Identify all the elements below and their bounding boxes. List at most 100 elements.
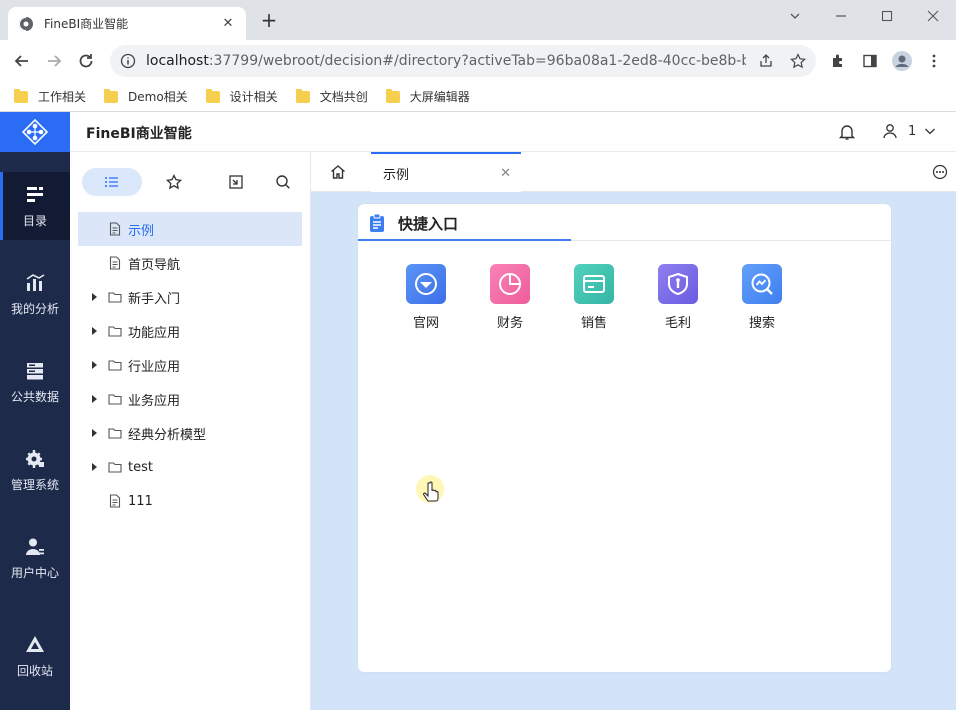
app-logo[interactable] xyxy=(0,112,70,152)
tab-directory-list[interactable] xyxy=(82,168,142,196)
bookmark-folder[interactable]: Demo相关 xyxy=(104,88,188,105)
new-tab-button[interactable]: + xyxy=(258,10,280,32)
tree-item-label: 业务应用 xyxy=(128,393,181,409)
maximize-icon xyxy=(881,10,893,22)
tree-folder-business[interactable]: 业务应用 xyxy=(78,382,302,416)
expand-arrow-icon[interactable] xyxy=(92,395,97,403)
bookmark-folder[interactable]: 文档共创 xyxy=(295,88,368,105)
star-icon xyxy=(166,174,182,190)
profile-icon[interactable] xyxy=(891,50,913,72)
close-tab-icon[interactable]: ✕ xyxy=(220,16,236,32)
tree-folder-test[interactable]: test xyxy=(78,450,302,484)
browser-tab[interactable]: FineBI商业智能 ✕ xyxy=(8,7,246,40)
tree-folder-classic-models[interactable]: 经典分析模型 xyxy=(78,416,302,450)
nav-public-data[interactable]: 公共数据 xyxy=(0,348,70,416)
more-horizontal-icon[interactable] xyxy=(932,164,948,180)
minimize-icon xyxy=(836,15,846,17)
maximize-button[interactable] xyxy=(864,0,910,32)
expand-arrow-icon[interactable] xyxy=(92,429,97,437)
bell-icon[interactable] xyxy=(838,123,856,141)
chevron-down-icon xyxy=(925,128,936,135)
nav-my-analysis[interactable]: 我的分析 xyxy=(0,260,70,328)
tab-search-button[interactable] xyxy=(772,0,818,32)
tab-favorites[interactable] xyxy=(144,168,204,196)
search-chart-icon xyxy=(751,273,773,295)
tree-item-label: 示例 xyxy=(128,223,155,239)
nav-label: 目录 xyxy=(22,213,47,228)
nav-user-center[interactable]: 用户中心 xyxy=(0,524,70,592)
folder-icon xyxy=(295,88,310,103)
nav-label: 用户中心 xyxy=(10,565,59,580)
back-icon[interactable] xyxy=(12,51,32,71)
home-icon[interactable] xyxy=(329,163,347,181)
bookmark-folder[interactable]: 大屏编辑器 xyxy=(385,88,470,105)
chevron-down-icon xyxy=(790,13,800,19)
forward-icon[interactable] xyxy=(44,51,64,71)
shortcut-finance[interactable]: 财务 xyxy=(468,264,552,331)
browser-toolbar: localhost:37799/webroot/decision#/direct… xyxy=(0,40,956,82)
expand-arrow-icon[interactable] xyxy=(92,463,97,471)
bookmark-label: 文档共创 xyxy=(319,90,368,104)
tree-item-label: 功能应用 xyxy=(128,325,181,341)
pie-chart-icon xyxy=(499,273,521,295)
minimize-button[interactable] xyxy=(818,0,864,32)
tab-search[interactable] xyxy=(268,168,298,196)
bookmark-folder[interactable]: 工作相关 xyxy=(14,88,86,105)
close-icon[interactable]: ✕ xyxy=(500,166,511,181)
logo-icon xyxy=(21,118,49,146)
tree-item-home-nav[interactable]: 首页导航 xyxy=(78,246,302,280)
tab-strip: FineBI商业智能 ✕ + xyxy=(0,0,956,40)
directory-panel: 示例 首页导航 新手入门 功能应用 行业应用 业务应用 经典分析模型 test … xyxy=(70,152,311,710)
expand-arrow-icon[interactable] xyxy=(92,293,97,301)
close-window-button[interactable] xyxy=(910,0,956,32)
url-host: localhost xyxy=(146,53,209,69)
tree-item-111[interactable]: 111 xyxy=(78,484,302,518)
info-icon[interactable] xyxy=(120,53,136,69)
more-vert-icon[interactable] xyxy=(926,53,942,69)
expand-arrow-icon[interactable] xyxy=(92,361,97,369)
bookmark-folder[interactable]: 设计相关 xyxy=(205,88,278,105)
close-icon xyxy=(927,10,939,22)
nav-management[interactable]: 管理系统 xyxy=(0,436,70,504)
tree-item-label: 经典分析模型 xyxy=(128,427,207,443)
folder-icon xyxy=(108,462,122,473)
star-icon[interactable] xyxy=(790,53,806,69)
tree-folder-industry[interactable]: 行业应用 xyxy=(78,348,302,382)
side-panel-icon[interactable] xyxy=(862,53,878,69)
folder-icon xyxy=(108,292,122,303)
reload-icon[interactable] xyxy=(76,51,96,71)
tree-item-example[interactable]: 示例 xyxy=(78,212,302,246)
shortcut-icon-box xyxy=(490,264,530,304)
shortcut-gross-profit[interactable]: 毛利 xyxy=(636,264,720,331)
folder-icon xyxy=(385,88,400,103)
database-icon xyxy=(27,362,43,379)
card-title-underline xyxy=(358,239,571,241)
share-icon[interactable] xyxy=(758,53,774,69)
checkbox-arrow-icon xyxy=(229,175,243,189)
globe-icon xyxy=(19,16,33,31)
tree-folder-getting-started[interactable]: 新手入门 xyxy=(78,280,302,314)
quick-entry-card: 快捷入口 官网 财务 销售 毛利 搜索 xyxy=(358,204,891,672)
hand-pointer-cursor xyxy=(416,475,444,503)
shortcut-search[interactable]: 搜索 xyxy=(720,264,804,331)
directory-tree: 示例 首页导航 新手入门 功能应用 行业应用 业务应用 经典分析模型 test … xyxy=(78,212,302,518)
gear-icon xyxy=(26,449,44,468)
shortcut-sales[interactable]: 销售 xyxy=(552,264,636,331)
content-area: 示例 ✕ 快捷入口 官网 财务 销售 毛利 搜索 xyxy=(311,152,956,710)
tab-recent[interactable] xyxy=(206,168,266,196)
nav-recycle-bin[interactable]: 回收站 xyxy=(0,622,70,690)
extensions-icon[interactable] xyxy=(830,53,846,69)
file-icon xyxy=(109,222,121,236)
bookmark-label: 大屏编辑器 xyxy=(409,90,470,104)
card-title: 快捷入口 xyxy=(398,215,459,233)
user-menu[interactable]: 1 xyxy=(882,123,936,139)
tree-folder-features[interactable]: 功能应用 xyxy=(78,314,302,348)
address-bar[interactable]: localhost:37799/webroot/decision#/direct… xyxy=(110,45,816,77)
folder-icon xyxy=(205,88,220,103)
shortcut-website[interactable]: 官网 xyxy=(384,264,468,331)
steering-icon xyxy=(415,273,437,295)
expand-arrow-icon[interactable] xyxy=(92,327,97,335)
content-tab-example[interactable]: 示例 ✕ xyxy=(371,152,521,192)
url-path: :37799/webroot/decision#/directory?activ… xyxy=(208,53,746,69)
nav-directory[interactable]: 目录 xyxy=(0,172,70,240)
